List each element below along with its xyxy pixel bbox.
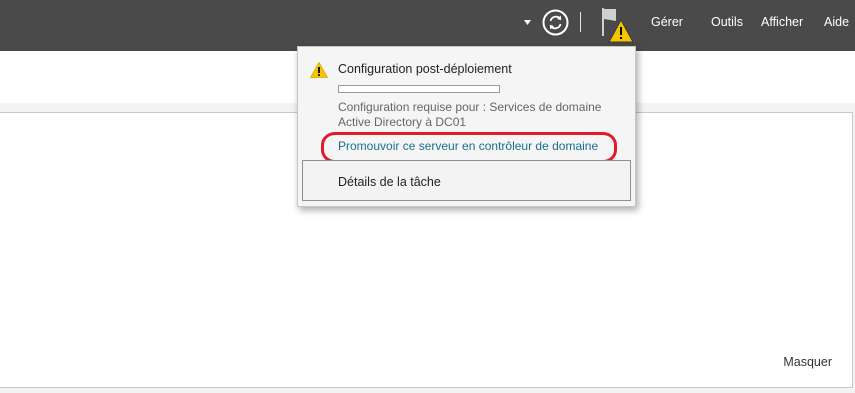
menu-manage[interactable]: Gérer [651,15,683,29]
refresh-icon[interactable] [542,9,569,36]
hide-link[interactable]: Masquer [783,355,832,369]
notification-popup: Configuration post-déploiement Configura… [297,46,636,207]
task-title: Configuration post-déploiement [338,62,512,76]
promote-domain-controller-link[interactable]: Promouvoir ce serveur en contrôleur de d… [338,139,598,153]
toolbar-separator [580,12,581,32]
warning-icon [608,18,633,43]
task-details-button[interactable]: Détails de la tâche [302,160,631,201]
task-progress-bar [338,85,500,93]
menu-help[interactable]: Aide [824,15,849,29]
task-description: Configuration requise pour : Services de… [338,100,602,129]
menu-tools[interactable]: Outils [711,15,743,29]
task-details-label: Détails de la tâche [338,175,441,189]
dropdown-caret-icon[interactable] [524,20,531,25]
menu-view[interactable]: Afficher [761,15,803,29]
warning-icon [310,62,328,78]
top-toolbar: Gérer Outils Afficher Aide [0,0,855,51]
notification-flag-icon[interactable] [599,6,633,44]
